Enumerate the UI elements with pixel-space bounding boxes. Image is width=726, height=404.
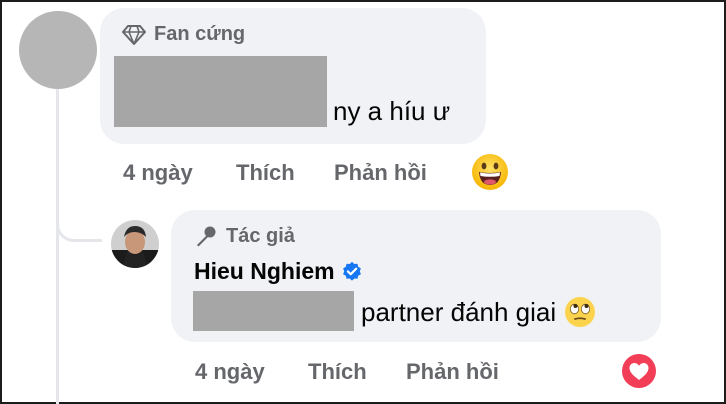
thread-branch bbox=[56, 200, 102, 242]
author-name[interactable]: Hieu Nghiem bbox=[194, 258, 335, 285]
reply-text-row: partner đánh giai bbox=[361, 296, 596, 328]
redacted-mention bbox=[193, 291, 354, 331]
author-avatar[interactable] bbox=[111, 220, 159, 268]
comment-text: ny a híu ư bbox=[333, 96, 451, 126]
thread-line bbox=[56, 89, 59, 404]
author-badge-label: Tác giả bbox=[226, 224, 295, 247]
rolling-eyes-emoji-icon bbox=[565, 297, 596, 327]
verified-badge-icon bbox=[342, 261, 361, 281]
love-heart-reaction-icon[interactable] bbox=[621, 353, 657, 394]
comment-timestamp[interactable]: 4 ngày bbox=[123, 160, 193, 186]
redacted-mention bbox=[114, 56, 327, 127]
diamond-icon bbox=[122, 24, 146, 45]
author-name-row: Hieu Nghiem bbox=[194, 258, 363, 285]
grinning-face-emoji-icon[interactable] bbox=[471, 153, 509, 196]
reply-timestamp[interactable]: 4 ngày bbox=[195, 359, 265, 385]
reply-reply-button[interactable]: Phản hồi bbox=[406, 359, 499, 385]
author-badge: Tác giả bbox=[194, 224, 295, 248]
fan-badge-label: Fan cứng bbox=[154, 23, 246, 45]
reply-text: partner đánh giai bbox=[361, 296, 557, 327]
reply-like-button[interactable]: Thích bbox=[308, 359, 367, 385]
fan-badge: Fan cứng bbox=[122, 23, 245, 46]
microphone-icon bbox=[197, 226, 216, 247]
commenter-avatar[interactable] bbox=[19, 11, 97, 89]
comment-reply-button[interactable]: Phản hồi bbox=[334, 160, 427, 186]
comment-like-button[interactable]: Thích bbox=[236, 160, 295, 186]
